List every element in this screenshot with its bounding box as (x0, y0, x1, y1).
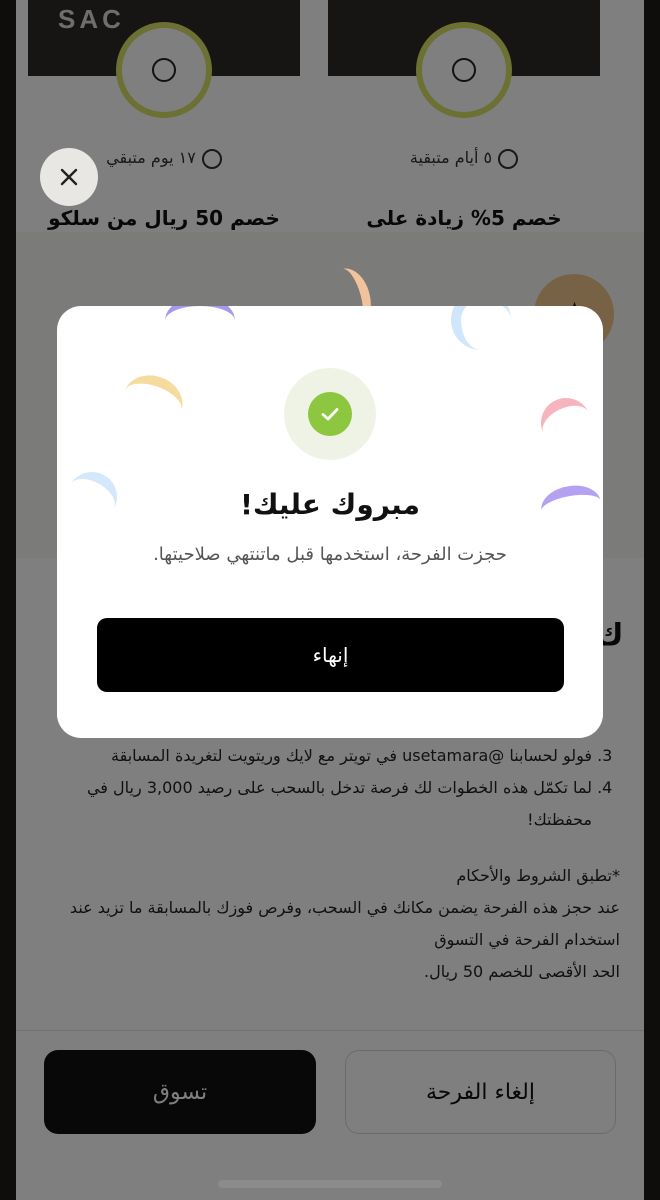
success-dialog: مبروك عليك! حجزت الفرحة، استخدمها قبل ما… (57, 306, 603, 738)
confetti-piece (532, 389, 600, 457)
confetti-piece (451, 306, 511, 350)
success-badge (284, 368, 376, 460)
dialog-subtitle: حجزت الفرحة، استخدمها قبل ماتنتهي صلاحيت… (153, 544, 507, 565)
checkmark-icon (308, 392, 352, 436)
confetti-piece (165, 306, 235, 346)
home-indicator[interactable] (218, 1180, 442, 1188)
dialog-title: مبروك عليك! (240, 488, 420, 521)
close-icon (60, 168, 78, 186)
finish-button[interactable]: إنهاء (97, 618, 564, 692)
confetti-piece (116, 367, 190, 435)
close-button[interactable] (40, 148, 98, 206)
